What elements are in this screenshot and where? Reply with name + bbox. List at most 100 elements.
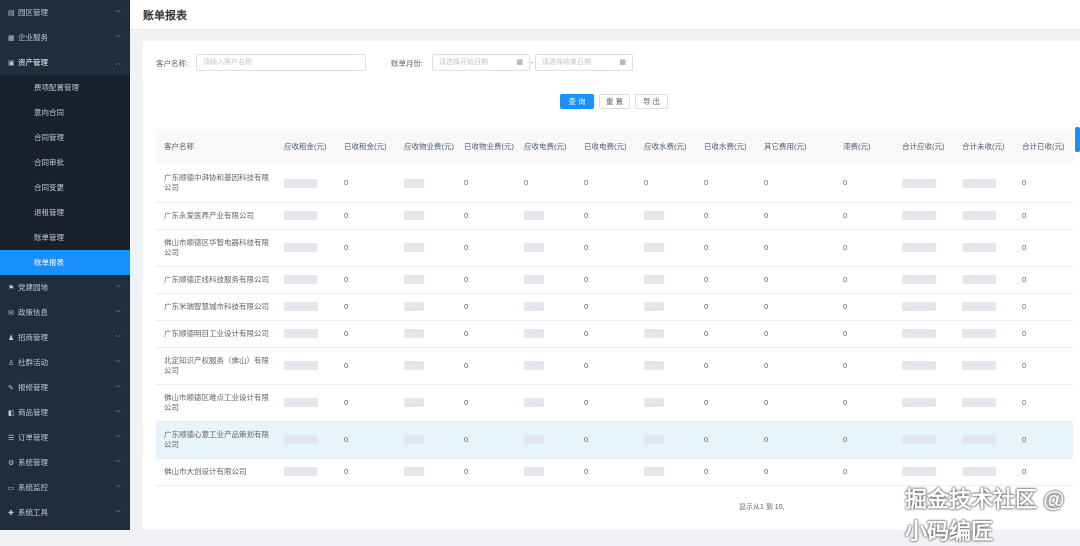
- sidebar-subitem[interactable]: 费项配置管理: [0, 75, 130, 100]
- sidebar-item-label: 社群活动: [18, 358, 48, 367]
- chevron-down-icon: ﹀: [114, 461, 121, 467]
- sidebar-item[interactable]: ⚑ 党建园地 ﹀: [0, 275, 130, 300]
- table-cell: 0: [576, 320, 636, 348]
- table-row[interactable]: 广东顺德中湃协和基因科技有限公司 0 0 0 0 0 0 0 0 0: [156, 165, 1073, 203]
- sidebar-item[interactable]: ⚙ 系统管理 ﹀: [0, 450, 130, 475]
- table-cell: 0: [1014, 165, 1073, 203]
- table-cell: 0: [336, 293, 396, 321]
- sidebar-item-label: 园区管理: [18, 8, 48, 17]
- table-cell: 0: [1014, 384, 1073, 422]
- table-cell: 0: [835, 165, 894, 203]
- table-cell: [636, 202, 696, 230]
- column-header: 合计已收(元): [1014, 129, 1073, 165]
- chevron-down-icon: ﹀: [114, 336, 121, 342]
- table-row[interactable]: 佛山市顺德区难点工业设计有限公司 0 0 0 0 0 0 0: [156, 384, 1073, 422]
- redacted-value: [284, 275, 318, 285]
- table-cell: [894, 202, 954, 230]
- sidebar-subitem[interactable]: 意向合同: [0, 100, 130, 125]
- sidebar-subitem[interactable]: 合同审批: [0, 150, 130, 175]
- redacted-value: [644, 243, 664, 253]
- sidebar-item[interactable]: ◧ 商品管理 ﹀: [0, 400, 130, 425]
- table-cell: [396, 347, 456, 385]
- table-cell: 0: [336, 347, 396, 385]
- tool-icon: ✚: [8, 509, 14, 517]
- table-cell: 0: [1014, 266, 1073, 294]
- table-cell: [636, 421, 696, 459]
- table-cell: 0: [756, 458, 835, 486]
- redacted-value: [404, 178, 424, 188]
- sidebar-subitem[interactable]: 账单报表: [0, 250, 130, 275]
- sidebar-item-label: 党建园地: [18, 283, 48, 292]
- search-button[interactable]: 查 询: [560, 94, 594, 109]
- sidebar-item[interactable]: ▣ 资产管理 ︿: [0, 50, 130, 75]
- start-date-input[interactable]: 请选择开始日期 ▦: [432, 54, 530, 71]
- sidebar-item[interactable]: ▭ 系统监控 ﹀: [0, 475, 130, 500]
- chevron-down-icon: ﹀: [114, 361, 121, 367]
- table-cell: [276, 458, 336, 486]
- table-cell: [516, 347, 576, 385]
- sidebar-subitem[interactable]: 账单管理: [0, 225, 130, 250]
- table-cell: 0: [696, 266, 756, 294]
- table-cell: [516, 202, 576, 230]
- table-cell: 0: [835, 266, 894, 294]
- table-row[interactable]: 广东永爱医养产业有限公司 0 0 0 0 0 0 0: [156, 202, 1073, 230]
- table-cell: 0: [576, 165, 636, 203]
- start-date-placeholder: 请选择开始日期: [439, 59, 488, 66]
- table-row[interactable]: 广东顺德心意工业产品策划有限公司 0 0 0 0 0 0 0: [156, 421, 1073, 459]
- table-cell: [396, 421, 456, 459]
- table-cell: [954, 266, 1014, 294]
- table-cell: [954, 384, 1014, 422]
- chevron-down-icon: ﹀: [114, 286, 121, 292]
- table-cell: 0: [336, 266, 396, 294]
- redacted-value: [644, 467, 664, 477]
- chevron-down-icon: ﹀: [114, 386, 121, 392]
- table-cell: 0: [456, 458, 516, 486]
- sidebar-item[interactable]: ☰ 订单管理 ﹀: [0, 425, 130, 450]
- table-cell: 0: [756, 384, 835, 422]
- sidebar-item[interactable]: ▤ 园区管理 ﹀: [0, 0, 130, 25]
- sidebar-item[interactable]: ▦ 企业服务 ﹀: [0, 25, 130, 50]
- column-header: 应收水费(元): [636, 129, 696, 165]
- reset-button[interactable]: 重 置: [599, 94, 630, 109]
- export-button[interactable]: 导 出: [635, 94, 668, 109]
- sidebar-subitem[interactable]: 退租管理: [0, 200, 130, 225]
- redacted-value: [404, 467, 424, 477]
- sidebar-item[interactable]: ♙ 社群活动 ﹀: [0, 350, 130, 375]
- table-cell: 0: [1014, 347, 1073, 385]
- sidebar-subitem[interactable]: 合同变更: [0, 175, 130, 200]
- table-cell: 0: [696, 384, 756, 422]
- table-cell: 0: [1014, 421, 1073, 459]
- table-cell: [894, 421, 954, 459]
- report-card: 客户名称: 请输入客户名称 账单月份: 请选择开始日期 ▦ - 请选择结束日期 ▦ …: [143, 41, 1080, 530]
- table-row[interactable]: 广东顺德明目工业设计有限公司 0 0 0 0 0 0 0: [156, 320, 1073, 348]
- sidebar-item[interactable]: ✉ 政策信息 ﹀: [0, 300, 130, 325]
- column-header: 滞费(元): [835, 129, 894, 165]
- redacted-value: [902, 361, 936, 371]
- redacted-value: [644, 275, 664, 285]
- column-header: 合计未收(元): [954, 129, 1014, 165]
- pagination-info: 显示从1 到 10,: [739, 504, 785, 511]
- building-icon: ▤: [8, 9, 15, 17]
- table-row[interactable]: 广东顺德正线科技服务有限公司 0 0 0 0 0 0 0: [156, 266, 1073, 294]
- table-row[interactable]: 北定知识产权服务（佛山）有限公司 0 0 0 0 0 0 0: [156, 347, 1073, 385]
- table-row[interactable]: 佛山市大创设计有限公司 0 0 0 0 0 0 0: [156, 458, 1073, 486]
- sidebar-item-label: 资产管理: [18, 58, 48, 67]
- table-cell: [516, 458, 576, 486]
- end-date-input[interactable]: 请选择结束日期 ▦: [535, 54, 633, 71]
- table-cell: 0: [456, 266, 516, 294]
- table-cell: [276, 202, 336, 230]
- scrollbar[interactable]: [1075, 127, 1080, 152]
- table-row[interactable]: 广东米瑞智慧城市科技有限公司 0 0 0 0 0 0 0: [156, 293, 1073, 321]
- redacted-value: [284, 467, 318, 477]
- sidebar-subitem[interactable]: 合同管理: [0, 125, 130, 150]
- customer-search-input[interactable]: 请输入客户名称: [196, 54, 366, 71]
- table-cell: 0: [1014, 293, 1073, 321]
- sidebar-item[interactable]: ✎ 报修管理 ﹀: [0, 375, 130, 400]
- table-cell: [396, 384, 456, 422]
- sidebar-item[interactable]: ✚ 系统工具 ﹀: [0, 500, 130, 525]
- sidebar-item[interactable]: ♟ 招商管理 ﹀: [0, 325, 130, 350]
- table-row[interactable]: 佛山市顺德区华智电器科技有限公司 0 0 0 0 0 0 0: [156, 229, 1073, 267]
- table-cell: 0: [696, 165, 756, 203]
- table-cell: 0: [576, 458, 636, 486]
- table-cell: [894, 384, 954, 422]
